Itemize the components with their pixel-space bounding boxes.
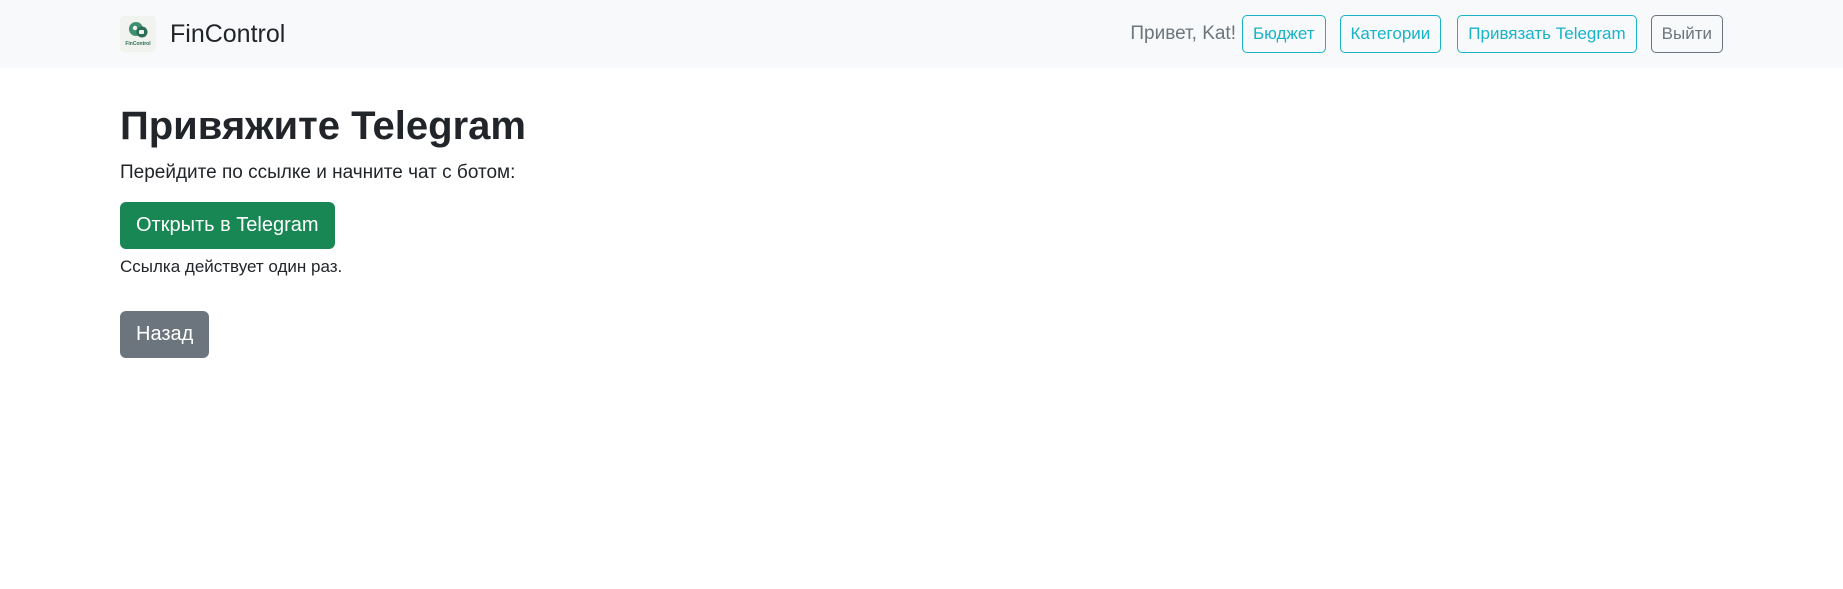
user-greeting: Привет, Kat! — [1130, 23, 1236, 44]
logout-button[interactable]: Выйти — [1650, 15, 1723, 53]
instruction-text: Перейдите по ссылке и начните чат с бото… — [120, 162, 516, 183]
brand-name: FinControl — [170, 19, 286, 48]
budget-button[interactable]: Бюджет — [1242, 15, 1326, 53]
nav-right: Привет, Kat! Бюджет Категории Привязать … — [1130, 15, 1723, 53]
main-content: Привяжите Telegram Перейдите по ссылке и… — [0, 68, 1843, 358]
top-navbar: FinControl FinControl Привет, Kat! Бюдже… — [0, 0, 1843, 68]
back-button[interactable]: Назад — [120, 311, 210, 358]
fincontrol-logo-icon: FinControl — [120, 16, 156, 52]
open-telegram-button[interactable]: Открыть в Telegram — [120, 202, 335, 249]
categories-button[interactable]: Категории — [1339, 15, 1442, 53]
brand-link[interactable]: FinControl FinControl — [120, 16, 285, 52]
link-telegram-button[interactable]: Привязать Telegram — [1457, 15, 1637, 53]
page-title: Привяжите Telegram — [120, 104, 526, 148]
link-note: Ссылка действует один раз. — [120, 257, 343, 276]
logo-caption: FinControl — [125, 41, 151, 47]
